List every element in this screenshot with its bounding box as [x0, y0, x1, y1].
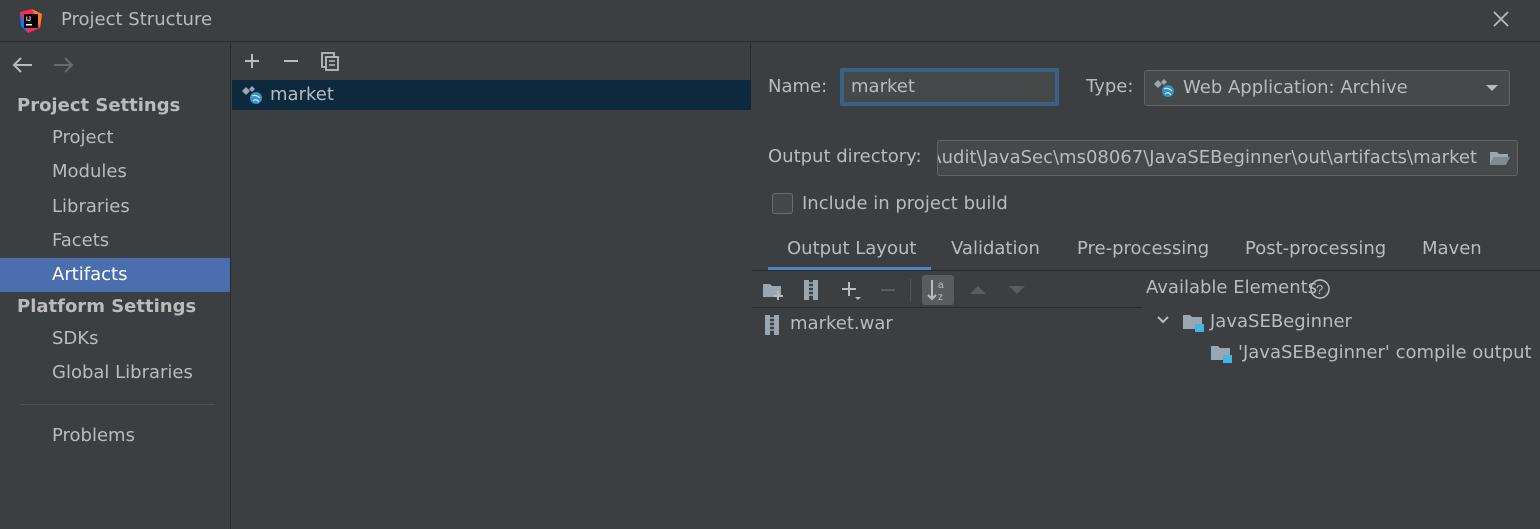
tree-item-module[interactable]: JavaSEBeginner	[1182, 308, 1352, 336]
section-platform-settings: Platform Settings	[17, 296, 197, 317]
include-in-build-label: Include in project build	[802, 193, 1008, 214]
remove-icon[interactable]	[280, 50, 302, 72]
close-icon[interactable]	[1490, 8, 1512, 30]
svg-text:IJ: IJ	[26, 17, 31, 23]
section-project-settings: Project Settings	[17, 95, 181, 116]
add-icon[interactable]	[241, 50, 263, 72]
tab-pre-processing[interactable]: Pre-processing	[1077, 238, 1209, 259]
artifact-name: market	[270, 84, 334, 105]
chevron-down-icon[interactable]	[1156, 315, 1170, 325]
output-directory-label: Output directory:	[768, 146, 922, 167]
sidebar-item-facets[interactable]: Facets	[0, 224, 230, 258]
name-label: Name:	[768, 76, 828, 97]
output-directory-value: D:\CodeAudit\JavaSec\ms08067\JavaSEBegin…	[938, 147, 1477, 168]
tree-item-label: JavaSEBeginner	[1210, 311, 1352, 332]
tree-item-label: 'JavaSEBeginner' compile output	[1238, 342, 1532, 363]
tab-validation[interactable]: Validation	[951, 238, 1040, 259]
tab-post-processing[interactable]: Post-processing	[1245, 238, 1386, 259]
remove-icon[interactable]	[876, 278, 900, 302]
artifacts-list: market	[232, 80, 751, 529]
tabs-divider	[752, 270, 1540, 271]
help-icon[interactable]: ?	[1309, 278, 1331, 300]
type-label: Type:	[1086, 76, 1134, 97]
tab-output-layout[interactable]: Output Layout	[787, 238, 916, 259]
archive-icon[interactable]	[799, 278, 823, 302]
tab-maven[interactable]: Maven	[1422, 238, 1482, 259]
archive-icon	[765, 315, 779, 335]
output-directory-field[interactable]: D:\CodeAudit\JavaSec\ms08067\JavaSEBegin…	[937, 140, 1518, 176]
new-directory-icon[interactable]	[761, 278, 785, 302]
artifacts-toolbar	[232, 43, 751, 79]
add-copy-icon[interactable]	[838, 278, 862, 302]
toolbar-separator	[910, 279, 911, 301]
available-elements-title: Available Elements	[1146, 277, 1318, 298]
type-select[interactable]: Web Application: Archive	[1144, 70, 1510, 106]
layout-divider	[752, 307, 1142, 308]
include-in-build-checkbox[interactable]	[772, 193, 793, 214]
tree-item-compile-output[interactable]: 'JavaSEBeginner' compile output	[1210, 339, 1532, 367]
sidebar-item-problems[interactable]: Problems	[0, 419, 230, 453]
sort-button[interactable]: a z	[922, 275, 954, 305]
detail-tabs: Output Layout Validation Pre-processing …	[752, 233, 1540, 271]
sidebar-item-modules[interactable]: Modules	[0, 155, 230, 189]
move-down-icon[interactable]	[1005, 278, 1029, 302]
sidebar-item-project[interactable]: Project	[0, 121, 230, 155]
copy-icon[interactable]	[319, 50, 341, 72]
sidebar-item-sdks[interactable]: SDKs	[0, 322, 230, 356]
svg-text:a: a	[938, 280, 944, 291]
title-bar: IJ Project Structure	[0, 0, 1540, 42]
layout-tree-item[interactable]: market.war	[764, 311, 893, 337]
module-folder-icon	[1183, 315, 1204, 332]
web-artifact-icon	[242, 86, 262, 104]
name-input[interactable]: market	[840, 68, 1059, 106]
settings-sidebar: Project Settings Project Modules Librari…	[0, 43, 231, 529]
output-layout-toolbar: a z	[752, 273, 1142, 307]
svg-text:z: z	[938, 292, 943, 303]
move-up-icon[interactable]	[966, 278, 990, 302]
list-item[interactable]: market	[232, 80, 751, 110]
back-arrow-icon[interactable]	[12, 55, 34, 75]
folder-open-icon[interactable]	[1489, 149, 1511, 167]
artifact-details: Name: market Type: Web Application: Arch…	[752, 43, 1540, 529]
sidebar-item-artifacts[interactable]: Artifacts	[0, 258, 230, 292]
sidebar-item-libraries[interactable]: Libraries	[0, 190, 230, 224]
layout-item-label: market.war	[790, 313, 893, 334]
artifacts-panel: market	[232, 43, 751, 529]
intellij-logo-icon: IJ	[20, 9, 42, 33]
module-folder-icon	[1211, 346, 1232, 363]
sidebar-divider	[20, 404, 215, 405]
type-value: Web Application: Archive	[1183, 77, 1408, 98]
web-artifact-icon	[1154, 79, 1174, 97]
sidebar-item-global-libraries[interactable]: Global Libraries	[0, 356, 230, 390]
svg-text:?: ?	[1316, 282, 1323, 297]
sort-alpha-icon: a z	[927, 280, 944, 303]
window-title: Project Structure	[61, 9, 213, 30]
forward-arrow-icon[interactable]	[52, 55, 74, 75]
chevron-down-icon	[1486, 85, 1498, 91]
